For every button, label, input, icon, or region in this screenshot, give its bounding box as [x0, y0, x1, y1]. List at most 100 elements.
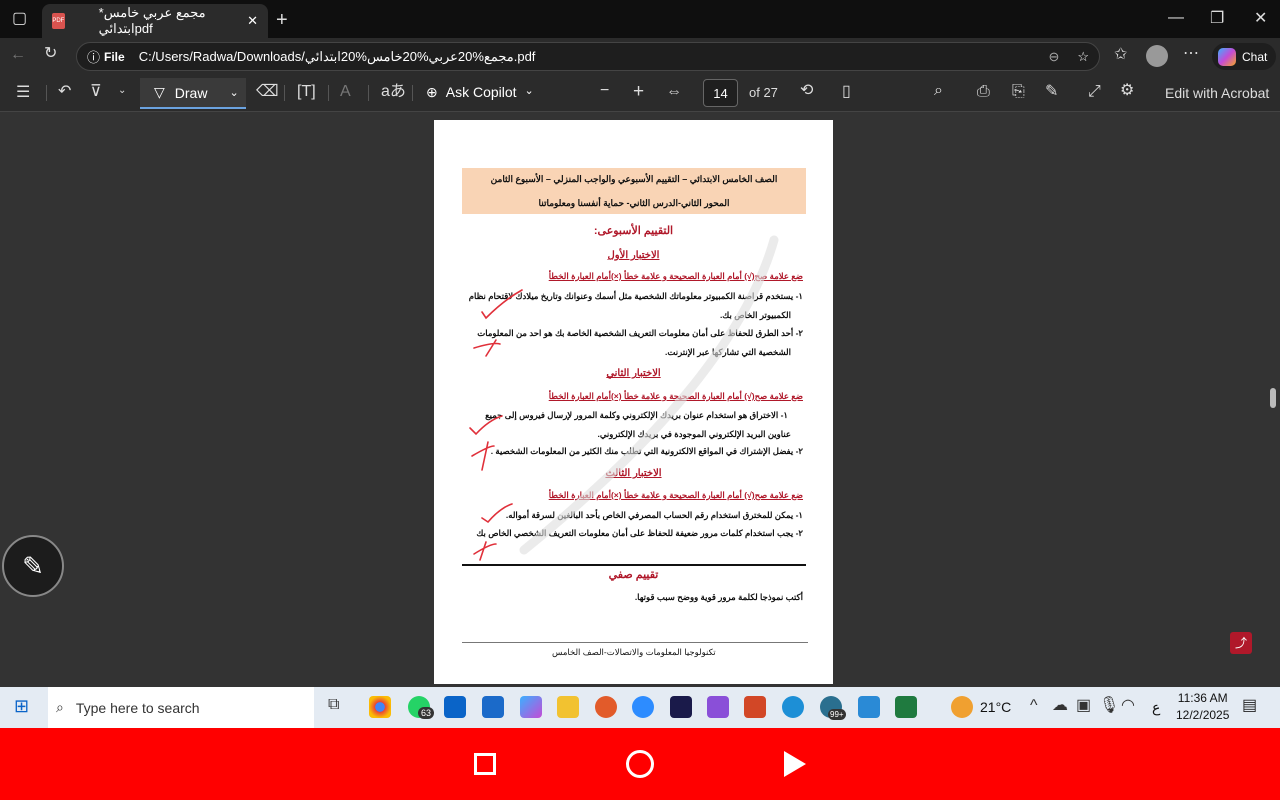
check-mark [481, 503, 513, 524]
pencil-icon: ✎ [22, 550, 44, 581]
scrollbar-thumb[interactable] [1270, 388, 1276, 408]
page-number-input[interactable]: 14 [703, 79, 738, 107]
excel-icon[interactable] [895, 696, 917, 718]
more-icon[interactable]: ⋯ [1183, 46, 1199, 62]
refresh-icon[interactable]: ↻ [44, 46, 57, 62]
play-icon[interactable] [784, 751, 806, 777]
contents-icon[interactable]: ☰ [16, 85, 30, 101]
favorite-star-icon[interactable]: ☆ [1077, 49, 1089, 65]
text-box-icon[interactable]: [T] [297, 84, 316, 100]
date: 12/2/2025 [1176, 708, 1230, 722]
close-tab-icon[interactable]: ✕ [247, 13, 258, 29]
copilot-chat-button[interactable]: Chat [1212, 43, 1276, 70]
restore-icon[interactable]: ❐ [1210, 11, 1224, 27]
home-circle-icon[interactable] [626, 750, 654, 778]
weather-text[interactable]: 21°C [980, 699, 1011, 715]
print-icon[interactable]: ⎙ [977, 84, 990, 100]
tab-bar: ▢ PDF *مجمع عربي خامس ابتدائيpdf ✕ + — ❐… [0, 0, 1280, 38]
highlight-dropdown-icon[interactable]: ⌄ [118, 86, 126, 96]
copilot-icon [1218, 47, 1236, 66]
whatsapp-badge: 63 [418, 707, 435, 719]
chrome-icon[interactable] [369, 696, 391, 718]
acrobat-icon[interactable]: ⤴ [1230, 632, 1252, 654]
back-icon[interactable]: ← [10, 47, 26, 63]
stop-icon[interactable] [474, 753, 496, 775]
file-explorer-icon[interactable] [557, 696, 579, 718]
favorites-icon[interactable]: ✩ [1114, 47, 1127, 63]
microphone-icon[interactable]: 🎙 [1099, 698, 1119, 714]
translate-icon[interactable]: aあ [381, 84, 406, 100]
notifications-icon[interactable]: ▤ [1242, 698, 1257, 714]
pdf-toolbar: ☰ ↶ ⊽ ⌄ ▽ Draw ⌄ ⌫ [T] A aあ ⊕ Ask Copilo… [0, 74, 1280, 112]
new-tab-icon[interactable]: + [276, 10, 288, 30]
address-bar[interactable]: ⓘ File C:/Users/Radwa/Downloads/مجمع%20ع… [76, 42, 1100, 71]
pen-icon: ▽ [154, 84, 165, 100]
watermark [519, 235, 779, 555]
copilot-outline-icon: ⊕ [426, 84, 438, 100]
outlook-icon[interactable] [444, 696, 466, 718]
tab-active[interactable]: PDF *مجمع عربي خامس ابتدائيpdf ✕ [42, 4, 268, 38]
task-view-icon[interactable]: ⧉ [328, 697, 339, 713]
search-placeholder: Type here to search [75, 699, 200, 716]
url-text: C:/Users/Radwa/Downloads/مجمع%20عربي%20خ… [138, 48, 536, 64]
clock[interactable]: 11:36 AM 12/2/2025 [1176, 690, 1229, 724]
powerpoint-icon[interactable] [744, 696, 766, 718]
meet-now-icon[interactable]: ▣ [1076, 698, 1091, 714]
close-window-icon[interactable]: ✕ [1254, 11, 1267, 27]
cross-mark [473, 541, 497, 561]
edge-icon[interactable] [782, 696, 804, 718]
chevron-up-icon[interactable]: ^ [1030, 698, 1038, 714]
chevron-down-icon[interactable]: ⌄ [229, 86, 238, 99]
windows-start-icon[interactable]: ⊞ [14, 697, 29, 715]
ask-copilot-button[interactable]: ⊕ Ask Copilot ⌄ [426, 84, 534, 101]
save-as-icon[interactable]: ✎ [1045, 84, 1058, 100]
address-scheme: File [104, 49, 125, 64]
eraser-icon[interactable]: ⌫ [256, 84, 279, 100]
highlight-icon[interactable]: ⊽ [90, 84, 102, 100]
language-indicator[interactable]: ع [1152, 699, 1160, 716]
copilot-app-icon[interactable] [520, 696, 542, 718]
fullscreen-icon[interactable]: ⤢ [1088, 84, 1101, 100]
edit-with-acrobat-button[interactable]: Edit with Acrobat [1165, 86, 1269, 100]
info-icon: ⓘ [87, 50, 101, 65]
zoom-in-icon[interactable]: + [633, 82, 644, 101]
check-mark [481, 289, 523, 320]
chevron-down-icon: ⌄ [524, 85, 534, 97]
fit-page-icon[interactable]: ⇔ [666, 84, 682, 100]
search-box[interactable]: ⌕ Type here to search [48, 687, 314, 728]
address-bar-row: ← ↻ ⓘ File C:/Users/Radwa/Downloads/مجمع… [0, 38, 1280, 74]
tab-title: *مجمع عربي خامس ابتدائيpdf [98, 5, 206, 36]
onedrive-icon[interactable]: ☁ [1052, 698, 1068, 714]
zoom-icon[interactable]: ⊖ [1048, 49, 1059, 65]
undo-icon[interactable]: ↶ [58, 84, 71, 100]
zoom-app-icon[interactable] [632, 696, 654, 718]
profile-avatar[interactable] [1146, 45, 1168, 67]
pdf-icon: PDF [52, 13, 65, 29]
rotate-icon[interactable]: ⟲ [800, 83, 813, 99]
draw-fab-button[interactable]: ✎ [2, 535, 64, 597]
cross-mark [473, 339, 501, 357]
paint-icon[interactable] [595, 696, 617, 718]
ask-copilot-label: Ask Copilot [445, 84, 517, 100]
cross-mark [471, 441, 495, 471]
zoom-out-icon[interactable]: − [600, 83, 609, 99]
weather-icon[interactable] [951, 696, 973, 718]
edge-badge: 99+ [828, 709, 846, 720]
visual-studio-icon[interactable] [707, 696, 729, 718]
screen-recorder-bar [0, 728, 1280, 800]
read-aloud-icon[interactable]: A [340, 84, 351, 100]
photos-icon[interactable] [858, 696, 880, 718]
wifi-icon[interactable]: ◠ [1121, 698, 1135, 714]
tab-actions-icon[interactable]: ▢ [12, 11, 27, 27]
pdf-page: الصف الخامس الابتدائي – التقييم الأسبوعي… [434, 120, 833, 684]
search-icon[interactable]: ⌕ [934, 83, 943, 99]
store-icon[interactable] [482, 696, 504, 718]
page-total: of 27 [749, 85, 778, 100]
draw-button[interactable]: ▽ Draw ⌄ [140, 78, 246, 109]
save-icon[interactable]: ⎘ [1012, 84, 1025, 100]
premiere-icon[interactable] [670, 696, 692, 718]
page-view-icon[interactable]: ▯ [842, 84, 851, 100]
minimize-icon[interactable]: — [1168, 10, 1184, 26]
taskbar: ⊞ ⌕ Type here to search ⧉ 63 99+ 21°C ^ … [0, 687, 1280, 728]
settings-icon[interactable]: ⚙ [1120, 83, 1134, 99]
